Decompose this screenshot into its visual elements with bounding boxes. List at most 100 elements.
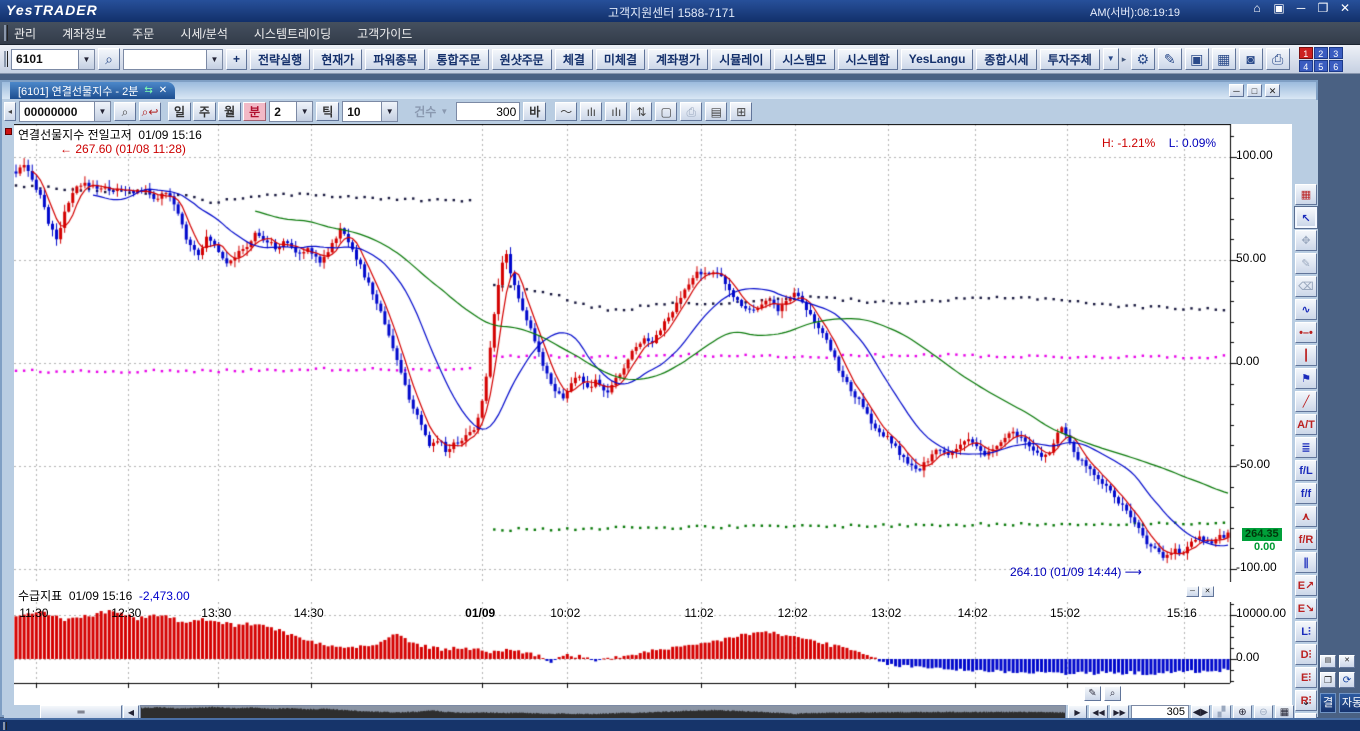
home-icon[interactable]: ⌂	[1248, 0, 1266, 16]
toolbar-button-파워종목[interactable]: 파워종목	[365, 49, 425, 70]
chart-search-back-icon[interactable]: ⌕↩	[139, 102, 161, 121]
settings-gear-icon[interactable]: ⚙	[1131, 48, 1155, 70]
minute-combo-arrow-icon[interactable]: ▼	[296, 102, 312, 121]
scroll-right-icon[interactable]: ▶	[1068, 705, 1087, 719]
toolbar-grip[interactable]	[4, 51, 8, 67]
bar-button[interactable]: 바	[523, 102, 546, 121]
toolbar-button-시뮬레이[interactable]: 시뮬레이	[711, 49, 771, 70]
menu-item-시세/분석[interactable]: 시세/분석	[180, 25, 228, 42]
flag-marker-icon[interactable]: ⚑	[1295, 368, 1317, 389]
printer-icon[interactable]: ⎙	[1266, 48, 1290, 70]
toolbar-button-종합시세[interactable]: 종합시세	[976, 49, 1036, 70]
bars-icon[interactable]: ıIı	[605, 102, 627, 121]
page-button-5[interactable]: 5	[1314, 60, 1328, 72]
bar-count-input[interactable]	[456, 102, 520, 121]
tab-link-icon[interactable]: ⇆	[144, 85, 152, 96]
dock-list-icon[interactable]: ❐	[1320, 672, 1336, 688]
tick-button[interactable]: 틱	[316, 102, 339, 121]
chart-symbol-combo[interactable]: 00000000 ▼	[19, 101, 111, 122]
chart-tab[interactable]: [6101] 연결선물지수 - 2분 ⇆ ✕	[10, 82, 175, 99]
text-annotation-icon[interactable]: A/T	[1295, 414, 1317, 435]
axis-edit-icon[interactable]: ✎	[1084, 686, 1101, 701]
cursor-arrow-icon[interactable]: ↖	[1295, 207, 1317, 228]
toolbar-button-통합주문[interactable]: 통합주문	[428, 49, 488, 70]
fan-lines-icon[interactable]: ⋏	[1295, 506, 1317, 527]
menu-item-고객가이드[interactable]: 고객가이드	[357, 25, 412, 42]
page-button-6[interactable]: 6	[1329, 60, 1343, 72]
period-button-일[interactable]: 일	[168, 102, 191, 121]
search-icon[interactable]: ⌕	[98, 48, 120, 70]
toolbar-button-미체결[interactable]: 미체결	[596, 49, 645, 70]
monitor-icon[interactable]: ▣	[1270, 0, 1288, 16]
chart-window-icon[interactable]: ▤	[705, 102, 727, 121]
dock-auto-button[interactable]: 자동	[1339, 693, 1360, 713]
dock-autoscroll-icon[interactable]: ⟳	[1339, 672, 1355, 688]
page-button-1[interactable]: 1	[1299, 47, 1313, 59]
strip-scroll-down-icon[interactable]: ⌄	[1295, 698, 1317, 712]
data-minimap-scrollbar[interactable]	[140, 705, 1066, 719]
symbol-combo[interactable]: 6101 ▼	[11, 49, 95, 70]
grid-toggle-icon[interactable]: ⊞	[730, 102, 752, 121]
page-button-3[interactable]: 3	[1329, 47, 1343, 59]
toolbar-button-투자주체[interactable]: 투자주체	[1040, 49, 1100, 70]
collapse-left-icon[interactable]: ◂	[4, 102, 16, 121]
dock-close-icon[interactable]: ✕	[1339, 655, 1355, 668]
indicator-minimize-icon[interactable]: ─	[1186, 586, 1199, 597]
window-minimize-icon[interactable]: ─	[1229, 84, 1244, 97]
trendline-icon[interactable]: ╱	[1295, 391, 1317, 412]
toolbar-button-시스템모[interactable]: 시스템모	[774, 49, 834, 70]
bars-alert-icon[interactable]: ılı	[580, 102, 602, 121]
more-buttons-arrow-icon[interactable]: ▼	[1103, 48, 1119, 70]
dock-menu-icon[interactable]: ▤	[1320, 655, 1336, 668]
menu-item-시스템트레이딩[interactable]: 시스템트레이딩	[254, 25, 331, 42]
grid-view-icon[interactable]: ▦	[1275, 705, 1294, 719]
menu-item-주문[interactable]: 주문	[132, 25, 154, 42]
tick-combo[interactable]: 10 ▼	[342, 101, 398, 122]
screen-monitor-icon[interactable]: ▣	[1185, 48, 1209, 70]
study-l-icon[interactable]: L⫶	[1295, 621, 1317, 642]
window-close-icon[interactable]: ✕	[1265, 84, 1280, 97]
window-maximize-icon[interactable]: □	[1247, 84, 1262, 97]
axis-zoom-icon[interactable]: ⌕	[1104, 686, 1121, 701]
period-button-주[interactable]: 주	[193, 102, 216, 121]
toolbar-button-전략실행[interactable]: 전략실행	[250, 49, 310, 70]
scroll-left-icon[interactable]: ◀	[123, 705, 139, 719]
chart-search-icon[interactable]: ⌕	[114, 102, 136, 121]
toolbar-button-계좌평가[interactable]: 계좌평가	[648, 49, 708, 70]
multi-line-icon[interactable]: ≣	[1295, 437, 1317, 458]
scroll-handle[interactable]: ═	[40, 705, 122, 719]
study-e-icon[interactable]: E⫶	[1295, 667, 1317, 688]
period-button-월[interactable]: 월	[218, 102, 241, 121]
price-chart-canvas[interactable]	[14, 124, 1292, 582]
line-chart-tool-icon[interactable]: ∿	[1295, 299, 1317, 320]
watchlist-combo[interactable]: ▼	[123, 49, 223, 70]
add-button[interactable]: +	[226, 49, 247, 70]
close-icon[interactable]: ✕	[1336, 0, 1354, 16]
updown-scale-icon[interactable]: ⇅	[630, 102, 652, 121]
fibo-fan-icon[interactable]: f/f	[1295, 483, 1317, 504]
period-button-분[interactable]: 분	[243, 102, 266, 121]
document-icon[interactable]: ▢	[655, 102, 677, 121]
chart-symbol-arrow-icon[interactable]: ▼	[94, 102, 110, 121]
fit-width-icon[interactable]: ◀▶	[1191, 705, 1210, 719]
horizontal-line-icon[interactable]: •–•	[1295, 322, 1317, 343]
menu-item-관리[interactable]: 관리	[14, 25, 36, 42]
tab-close-icon[interactable]: ✕	[159, 85, 167, 96]
page-left-icon[interactable]: ◀◀	[1089, 705, 1108, 719]
toolbar-button-원샷주문[interactable]: 원샷주문	[492, 49, 552, 70]
page-button-4[interactable]: 4	[1299, 60, 1313, 72]
toolbar-button-현재가[interactable]: 현재가	[313, 49, 362, 70]
menubar-grip[interactable]	[4, 25, 8, 41]
minute-combo[interactable]: 2 ▼	[269, 101, 313, 122]
page-button-2[interactable]: 2	[1314, 47, 1328, 59]
capture-camera-icon[interactable]: ◙	[1239, 48, 1263, 70]
memo-clipboard-icon[interactable]: ✎	[1158, 48, 1182, 70]
minimize-icon[interactable]: ─	[1292, 0, 1310, 16]
fibo-retrace-icon[interactable]: f/R	[1295, 529, 1317, 550]
signal-entry-icon[interactable]: E↗	[1295, 575, 1317, 596]
restore-icon[interactable]: ❐	[1314, 0, 1332, 16]
line-style-icon[interactable]: 〜	[555, 102, 577, 121]
watchlist-combo-arrow-icon[interactable]: ▼	[206, 50, 222, 69]
symbol-combo-arrow-icon[interactable]: ▼	[78, 50, 94, 69]
page-right-icon[interactable]: ▶▶	[1110, 705, 1129, 719]
